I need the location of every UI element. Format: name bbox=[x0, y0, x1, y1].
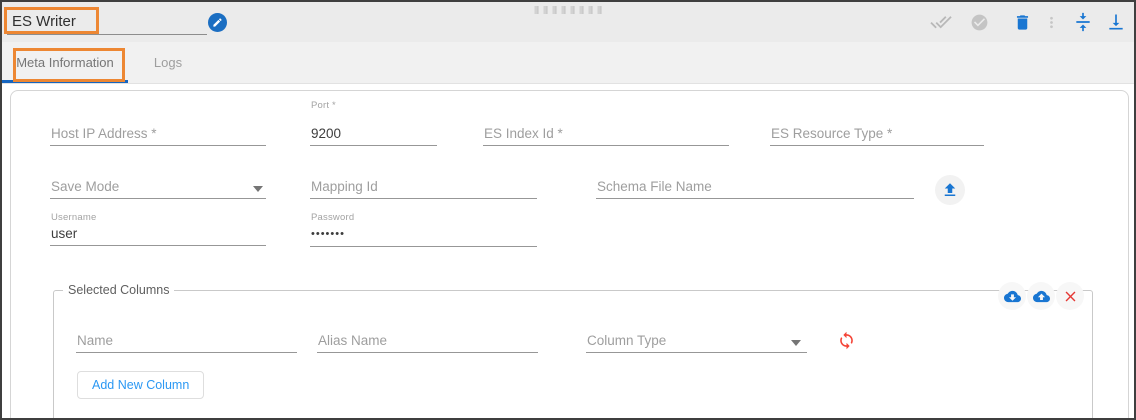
host-ip-input[interactable] bbox=[50, 124, 266, 146]
password-input[interactable] bbox=[310, 225, 537, 247]
tab-meta-information[interactable]: Meta Information bbox=[2, 42, 128, 83]
collapse-button[interactable] bbox=[1073, 12, 1093, 32]
cloud-upload-button[interactable] bbox=[1027, 282, 1055, 310]
column-type-select[interactable] bbox=[586, 331, 807, 353]
export-button[interactable] bbox=[1106, 12, 1126, 32]
edit-pencil-icon bbox=[212, 17, 223, 28]
save-mode-select[interactable] bbox=[50, 177, 266, 199]
alias-name-input[interactable] bbox=[317, 331, 538, 353]
done-all-button[interactable] bbox=[930, 11, 952, 33]
column-name-input[interactable] bbox=[76, 331, 297, 353]
vertical-align-center-icon bbox=[1073, 12, 1093, 32]
tab-logs[interactable]: Logs bbox=[128, 42, 208, 83]
port-input[interactable] bbox=[310, 124, 437, 146]
drag-handle[interactable] bbox=[535, 6, 602, 14]
close-icon bbox=[1062, 288, 1079, 305]
selected-columns-fieldset: Selected Columns bbox=[53, 283, 1093, 420]
check-circle-button[interactable] bbox=[970, 13, 989, 32]
es-resource-type-input[interactable] bbox=[770, 124, 984, 146]
chevron-down-icon[interactable] bbox=[791, 340, 801, 346]
vertical-align-bottom-icon bbox=[1106, 12, 1126, 32]
es-writer-window: Meta Information Logs Port * bbox=[0, 0, 1136, 420]
upload-icon bbox=[941, 181, 959, 199]
title-input[interactable] bbox=[7, 11, 207, 35]
selected-columns-legend: Selected Columns bbox=[63, 283, 174, 297]
edit-title-button[interactable] bbox=[208, 13, 227, 32]
username-label: Username bbox=[51, 212, 96, 223]
top-bar bbox=[2, 2, 1134, 42]
refresh-column-types-button[interactable] bbox=[835, 329, 857, 351]
tab-bar: Meta Information Logs bbox=[2, 42, 1134, 84]
mapping-id-input[interactable] bbox=[310, 177, 537, 199]
more-options-button[interactable] bbox=[1043, 14, 1060, 31]
es-index-id-input[interactable] bbox=[483, 124, 729, 146]
cloud-upload-icon bbox=[1033, 288, 1050, 305]
delete-button[interactable] bbox=[1013, 13, 1032, 32]
selected-columns-actions bbox=[998, 282, 1084, 310]
cloud-download-button[interactable] bbox=[998, 282, 1026, 310]
remove-columns-button[interactable] bbox=[1056, 282, 1084, 310]
active-tab-indicator bbox=[2, 80, 128, 83]
add-new-column-button[interactable]: Add New Column bbox=[77, 371, 204, 399]
upload-schema-button[interactable] bbox=[935, 175, 965, 205]
cloud-download-icon bbox=[1004, 288, 1021, 305]
kebab-menu-icon bbox=[1043, 14, 1060, 31]
done-all-icon bbox=[930, 11, 952, 33]
meta-information-panel: Port * Username P bbox=[10, 90, 1129, 420]
check-circle-icon bbox=[970, 13, 989, 32]
sync-icon bbox=[837, 331, 856, 350]
toolbar bbox=[930, 11, 1126, 33]
schema-file-name-input[interactable] bbox=[596, 177, 914, 199]
chevron-down-icon[interactable] bbox=[253, 186, 263, 192]
username-input[interactable] bbox=[50, 224, 266, 246]
trash-icon bbox=[1013, 13, 1032, 32]
password-label: Password bbox=[311, 212, 354, 223]
port-label: Port * bbox=[311, 100, 336, 111]
